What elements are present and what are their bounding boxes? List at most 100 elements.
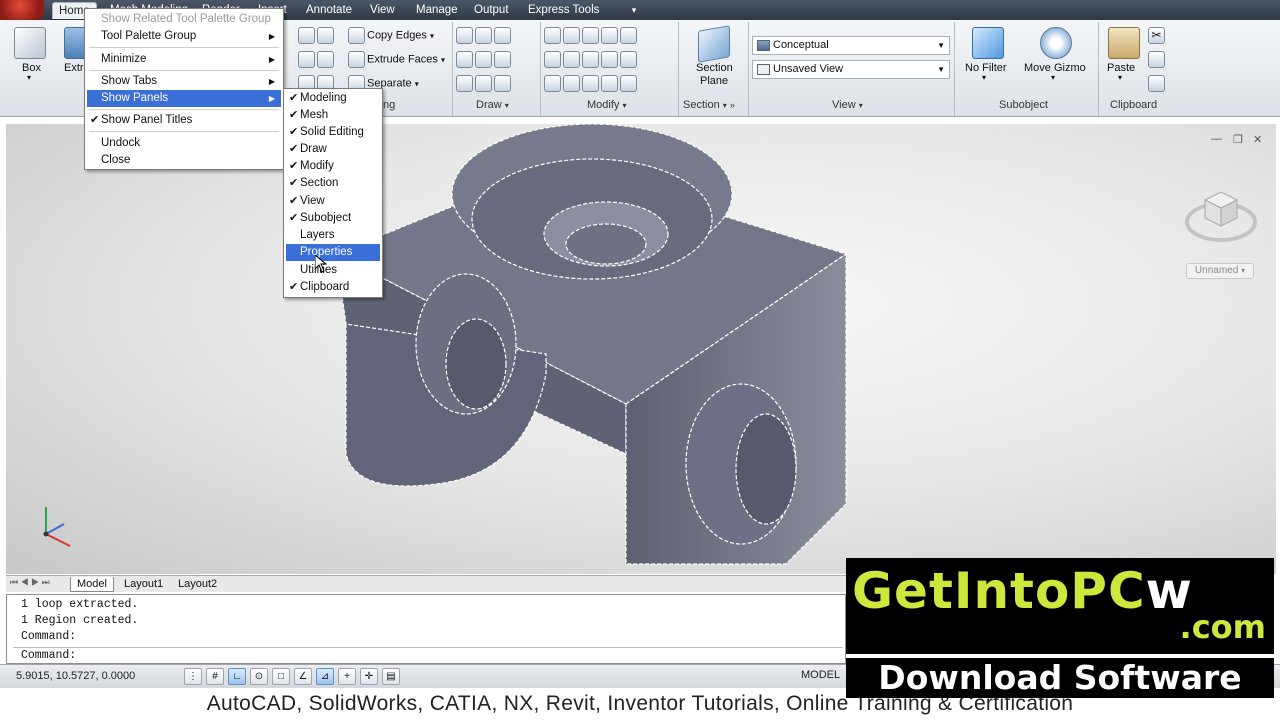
- panel-title-view[interactable]: View ▾: [832, 99, 863, 113]
- ortho-toggle-icon[interactable]: ∟: [228, 668, 246, 685]
- tab-manage[interactable]: Manage: [410, 2, 464, 19]
- extrude-faces-button[interactable]: Extrude Faces ▾: [348, 51, 445, 68]
- section-plane-icon[interactable]: [698, 25, 730, 63]
- array-icon[interactable]: [544, 51, 561, 68]
- panel-toggle-draw[interactable]: ✔ Draw: [286, 141, 380, 158]
- offset-icon[interactable]: [620, 75, 637, 92]
- model-space-button[interactable]: MODEL: [801, 669, 840, 681]
- copy-edges-button[interactable]: Copy Edges ▾: [348, 27, 434, 44]
- menu-item-show-panel-titles[interactable]: ✔ Show Panel Titles: [87, 112, 281, 129]
- paste-icon[interactable]: [1108, 27, 1140, 59]
- fillet-icon[interactable]: [601, 51, 618, 68]
- mirror-icon[interactable]: [601, 27, 618, 44]
- section-plane-label-2[interactable]: Plane: [700, 75, 728, 87]
- ribbon-minimize-toggle[interactable]: ▾: [627, 4, 641, 16]
- polygon-icon[interactable]: [456, 75, 473, 92]
- lineweight-toggle-icon[interactable]: ✛: [360, 668, 378, 685]
- menu-item-undock[interactable]: Undock: [87, 135, 281, 152]
- panel-toggle-modify[interactable]: ✔ Modify: [286, 158, 380, 175]
- rectangle-icon[interactable]: [475, 75, 492, 92]
- layout-nav-arrows-icon[interactable]: ⏮ ◀ ▶ ⏭: [10, 577, 50, 588]
- panel-title-modify[interactable]: Modify ▾: [587, 99, 626, 113]
- panel-title-clipboard[interactable]: Clipboard: [1110, 99, 1157, 113]
- circle-icon[interactable]: [494, 51, 511, 68]
- application-menu-button[interactable]: [0, 0, 44, 20]
- tab-annotate[interactable]: Annotate: [300, 2, 358, 19]
- ellipse-icon[interactable]: [494, 75, 511, 92]
- command-input[interactable]: Command:: [13, 647, 843, 663]
- restore-viewport-icon[interactable]: ❐: [1233, 133, 1243, 146]
- scale-icon[interactable]: [582, 51, 599, 68]
- spline-icon[interactable]: [456, 51, 473, 68]
- tab-output[interactable]: Output: [468, 2, 515, 19]
- otrack-toggle-icon[interactable]: ∠: [294, 668, 312, 685]
- filter-cube-icon[interactable]: [972, 27, 1004, 59]
- helix-icon[interactable]: [475, 27, 492, 44]
- quick-properties-toggle-icon[interactable]: ▤: [382, 668, 400, 685]
- drawing-viewport[interactable]: [6, 124, 1276, 574]
- polar-toggle-icon[interactable]: ⊙: [250, 668, 268, 685]
- tab-model[interactable]: Model: [70, 577, 114, 592]
- arc-icon[interactable]: [494, 27, 511, 44]
- rotate-icon[interactable]: [582, 27, 599, 44]
- panel-title-solid-editing[interactable]: ng: [383, 99, 395, 113]
- 3d-move-icon[interactable]: [544, 75, 561, 92]
- tab-layout2[interactable]: Layout2: [172, 577, 223, 592]
- union-icon[interactable]: [298, 27, 315, 44]
- trim-icon[interactable]: [620, 27, 637, 44]
- 3d-rotate-icon[interactable]: [563, 75, 580, 92]
- viewcube[interactable]: [1183, 182, 1259, 248]
- menu-item-show-panels[interactable]: Show Panels ▶: [87, 90, 281, 107]
- panel-title-section[interactable]: Section ▾ »: [683, 99, 735, 113]
- panel-title-subobject[interactable]: Subobject: [999, 99, 1048, 113]
- panel-toggle-solid-editing[interactable]: ✔ Solid Editing: [286, 124, 380, 141]
- interfere-icon[interactable]: [317, 27, 334, 44]
- ducs-toggle-icon[interactable]: ⊿: [316, 668, 334, 685]
- line-icon[interactable]: [475, 51, 492, 68]
- move-gizmo-icon[interactable]: [1040, 27, 1072, 59]
- dyn-toggle-icon[interactable]: +: [338, 668, 356, 685]
- copy-button[interactable]: [1148, 51, 1167, 68]
- minimize-viewport-icon[interactable]: —: [1211, 133, 1222, 145]
- close-viewport-icon[interactable]: ✕: [1253, 133, 1262, 146]
- box-button-label[interactable]: Box: [22, 62, 41, 74]
- polyline-icon[interactable]: [456, 27, 473, 44]
- panel-toggle-properties[interactable]: Properties: [286, 244, 380, 261]
- slice-icon[interactable]: [317, 51, 334, 68]
- panel-toggle-view[interactable]: ✔ View: [286, 193, 380, 210]
- cut-button[interactable]: ✂: [1148, 27, 1167, 44]
- panel-toggle-subobject[interactable]: ✔ Subobject: [286, 210, 380, 227]
- panel-toggle-clipboard[interactable]: ✔ Clipboard: [286, 279, 380, 296]
- saved-view-dropdown[interactable]: Unsaved View ▼: [752, 60, 950, 79]
- panel-launcher-icon[interactable]: »: [730, 100, 735, 110]
- grid-toggle-icon[interactable]: #: [206, 668, 224, 685]
- extrude-modify-icon[interactable]: [544, 27, 561, 44]
- chamfer-icon[interactable]: [620, 51, 637, 68]
- tab-view[interactable]: View: [364, 2, 401, 19]
- subtract-icon[interactable]: [298, 51, 315, 68]
- erase-icon[interactable]: [601, 75, 618, 92]
- coordinate-readout[interactable]: 5.9015, 10.5727, 0.0000: [16, 670, 135, 682]
- match-properties-button[interactable]: [1148, 75, 1167, 92]
- menu-item-minimize[interactable]: Minimize ▶: [87, 51, 281, 68]
- section-plane-label-1[interactable]: Section: [696, 62, 733, 74]
- osnap-toggle-icon[interactable]: □: [272, 668, 290, 685]
- named-view-dropdown[interactable]: Unnamed ▾: [1186, 263, 1254, 279]
- panel-title-draw[interactable]: Draw ▾: [476, 99, 509, 113]
- panel-toggle-layers[interactable]: Layers: [286, 227, 380, 244]
- panel-toggle-mesh[interactable]: ✔ Mesh: [286, 107, 380, 124]
- snap-toggle-icon[interactable]: ⋮: [184, 668, 202, 685]
- explode-icon[interactable]: [582, 75, 599, 92]
- menu-item-close[interactable]: Close: [87, 152, 281, 169]
- panel-toggle-utilities[interactable]: Utilities: [286, 262, 380, 279]
- move-icon[interactable]: [563, 27, 580, 44]
- panel-toggle-modeling[interactable]: ✔ Modeling: [286, 90, 380, 107]
- tab-layout1[interactable]: Layout1: [118, 577, 169, 592]
- panel-toggle-section[interactable]: ✔ Section: [286, 175, 380, 192]
- menu-item-show-tabs[interactable]: Show Tabs ▶: [87, 73, 281, 90]
- tab-express-tools[interactable]: Express Tools: [522, 2, 605, 19]
- menu-item-tool-palette-group[interactable]: Tool Palette Group ▶: [87, 28, 281, 45]
- align-icon[interactable]: [563, 51, 580, 68]
- visual-style-dropdown[interactable]: Conceptual ▼: [752, 36, 950, 55]
- box-icon[interactable]: [14, 27, 46, 59]
